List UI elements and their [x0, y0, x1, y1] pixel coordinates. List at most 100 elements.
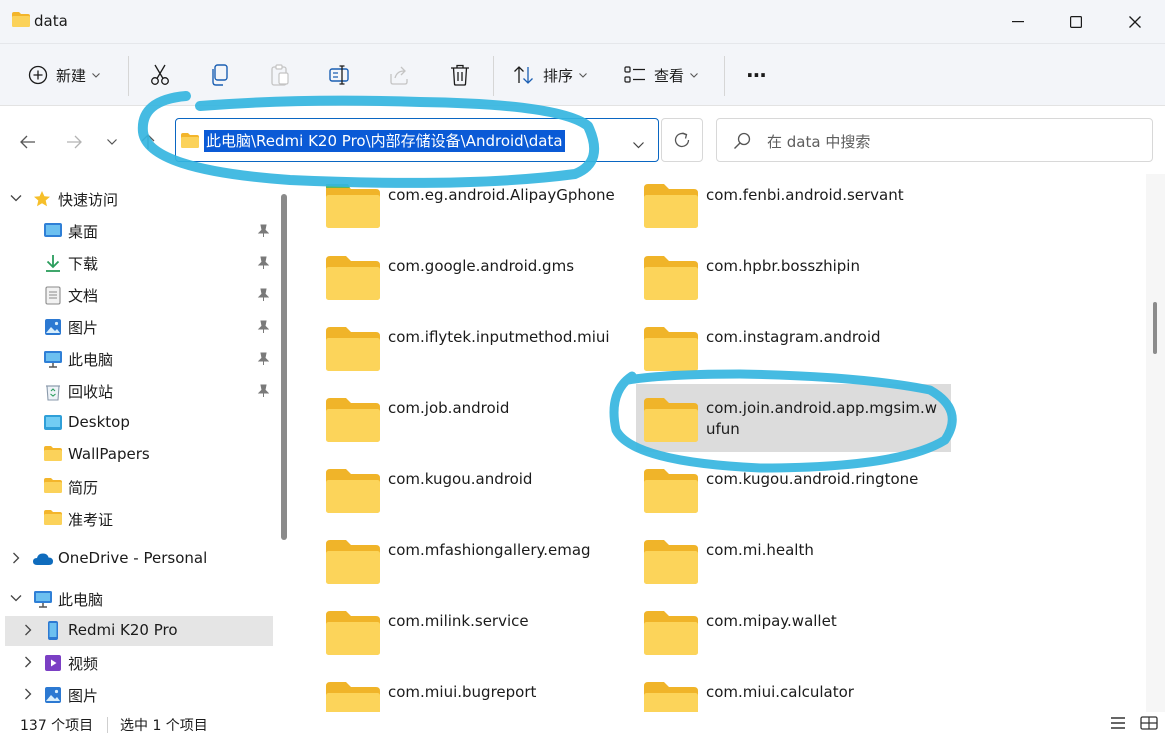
list-item[interactable]: com.fenbi.android.servant [636, 176, 951, 240]
file-list: com.eg.android.AlipayGphone com.fenbi.an… [296, 174, 1146, 712]
file-name: com.fenbi.android.servant [706, 186, 904, 204]
list-item[interactable]: com.mi.health [636, 530, 951, 594]
chevron-right-icon[interactable] [22, 688, 34, 700]
sidebar-item-documents[interactable]: 文档 [0, 280, 280, 310]
list-item[interactable]: com.kugou.android [318, 459, 633, 523]
list-item[interactable]: com.milink.service [318, 601, 633, 665]
list-item[interactable]: com.job.android [318, 388, 633, 452]
details-view-button[interactable] [1110, 716, 1126, 734]
command-bar: 新建 排序 查看 ··· [0, 44, 1165, 106]
pictures-icon [45, 687, 61, 703]
search-icon [733, 132, 751, 154]
file-name: com.miui.bugreport [388, 683, 537, 701]
file-name: com.mfashiongallery.emag [388, 541, 591, 559]
close-button[interactable] [1117, 8, 1153, 36]
sidebar-item-admission-ticket[interactable]: 准考证 [0, 504, 280, 534]
search-box[interactable]: 在 data 中搜索 [716, 118, 1153, 162]
sidebar-item-quick-access[interactable]: 快速访问 [0, 184, 280, 214]
refresh-button[interactable] [661, 118, 703, 162]
list-item[interactable]: com.eg.android.AlipayGphone [318, 176, 633, 240]
list-item[interactable]: com.miui.bugreport [318, 672, 633, 712]
forward-button[interactable] [62, 130, 86, 154]
sidebar-item-label: WallPapers [68, 445, 150, 463]
window-title: data [34, 12, 68, 30]
pin-icon[interactable] [257, 352, 269, 366]
copy-button[interactable] [210, 60, 230, 90]
address-bar[interactable]: 此电脑\Redmi K20 Pro\内部存储设备\Android\data [175, 118, 659, 162]
more-button[interactable]: ··· [746, 60, 767, 90]
file-name: com.hpbr.bosszhipin [706, 257, 860, 275]
sidebar-item-label: OneDrive - Personal [58, 549, 208, 567]
sidebar-item-desktop[interactable]: 桌面 [0, 216, 280, 246]
list-item[interactable]: com.iflytek.inputmethod.miui [318, 317, 633, 381]
file-name: com.eg.android.AlipayGphone [388, 186, 615, 204]
scrollbar-thumb[interactable] [1153, 302, 1157, 354]
paste-icon [271, 64, 289, 86]
chevron-down-icon [107, 139, 117, 145]
delete-button[interactable] [450, 60, 470, 90]
toolbar-divider [128, 56, 129, 96]
sidebar-item-redmi-k20-pro[interactable]: Redmi K20 Pro [5, 616, 273, 646]
minimize-button[interactable] [1000, 8, 1036, 36]
chevron-down-icon [579, 72, 587, 78]
tiles-view-button[interactable] [1140, 716, 1158, 734]
list-item[interactable]: com.google.android.gms [318, 246, 633, 310]
sidebar-item-label: 回收站 [68, 383, 114, 401]
sidebar-item-downloads[interactable]: 下载 [0, 248, 280, 278]
pictures-icon [45, 319, 61, 335]
sidebar-item-wallpapers[interactable]: WallPapers [0, 440, 280, 470]
sidebar-item-pictures-pc[interactable]: 图片 [0, 680, 280, 710]
cut-button[interactable] [150, 60, 170, 90]
sidebar-item-resume[interactable]: 简历 [0, 472, 280, 502]
address-path[interactable]: 此电脑\Redmi K20 Pro\内部存储设备\Android\data [204, 130, 565, 152]
folder-icon [644, 184, 698, 228]
sidebar-scrollbar[interactable] [281, 194, 287, 540]
content-scrollbar[interactable] [1146, 174, 1165, 712]
sidebar-item-this-pc-pinned[interactable]: 此电脑 [0, 344, 280, 374]
pin-icon[interactable] [257, 320, 269, 334]
new-button[interactable]: 新建 [28, 60, 100, 90]
file-name: com.kugou.android.ringtone [706, 470, 919, 488]
computer-icon [34, 591, 52, 608]
folder-icon [326, 184, 380, 228]
chevron-down-icon[interactable] [633, 135, 644, 153]
list-item[interactable]: com.instagram.android [636, 317, 951, 381]
pin-icon[interactable] [257, 224, 269, 238]
list-item[interactable]: com.miui.calculator [636, 672, 951, 712]
sidebar-item-this-pc[interactable]: 此电脑 [0, 584, 280, 614]
list-item[interactable]: com.kugou.android.ringtone [636, 459, 951, 523]
list-item[interactable]: com.mfashiongallery.emag [318, 530, 633, 594]
pin-icon[interactable] [257, 256, 269, 270]
sidebar-item-videos[interactable]: 视频 [0, 648, 280, 678]
folder-icon [44, 510, 62, 525]
chevron-right-icon[interactable] [10, 552, 22, 564]
computer-icon [44, 351, 62, 368]
chevron-down-icon[interactable] [10, 192, 22, 204]
pin-icon[interactable] [257, 384, 269, 398]
sidebar-item-onedrive[interactable]: OneDrive - Personal [0, 544, 280, 574]
up-button[interactable] [136, 130, 160, 154]
list-item[interactable]: com.hpbr.bosszhipin [636, 246, 951, 310]
status-divider [107, 717, 108, 733]
back-button[interactable] [16, 130, 40, 154]
paste-button[interactable] [270, 60, 290, 90]
list-item-selected[interactable]: com.join.android.app.mgsim.wufun [636, 384, 951, 452]
maximize-button[interactable] [1058, 8, 1094, 36]
chevron-down-icon [690, 72, 698, 78]
cloud-icon [33, 553, 53, 565]
pin-icon[interactable] [257, 288, 269, 302]
sidebar-item-desktop-folder[interactable]: Desktop [0, 408, 280, 438]
sidebar-item-recycle-bin[interactable]: 回收站 [0, 376, 280, 406]
chevron-down-icon[interactable] [10, 592, 22, 604]
chevron-right-icon[interactable] [22, 624, 34, 636]
rename-button[interactable] [329, 60, 351, 90]
view-button[interactable]: 查看 [624, 60, 698, 90]
list-item[interactable]: com.mipay.wallet [636, 601, 951, 665]
sidebar-item-label: 文档 [68, 287, 99, 305]
sidebar-item-pictures[interactable]: 图片 [0, 312, 280, 342]
phone-icon [48, 621, 58, 640]
recent-locations-button[interactable] [100, 130, 124, 154]
share-button[interactable] [389, 60, 411, 90]
chevron-right-icon[interactable] [22, 656, 34, 668]
sort-button[interactable]: 排序 [513, 60, 587, 90]
